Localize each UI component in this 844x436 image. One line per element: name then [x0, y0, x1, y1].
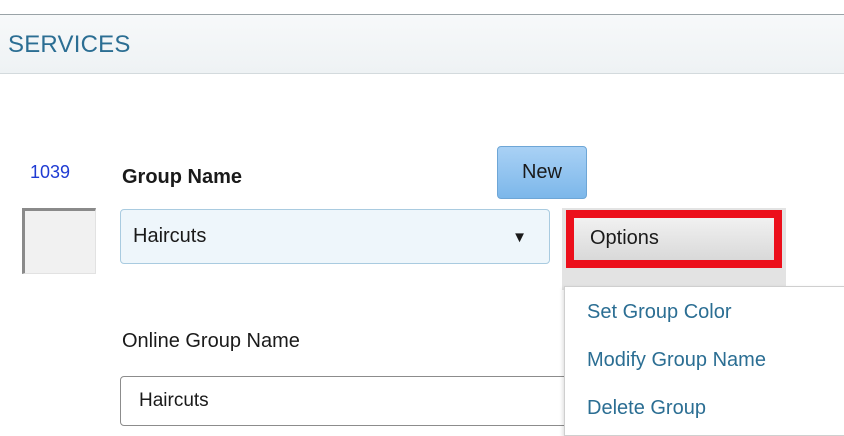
options-button-label: Options — [590, 227, 659, 249]
options-dropdown-menu: Set Group Color Modify Group Name Delete… — [564, 286, 844, 436]
page-title: SERVICES — [8, 31, 131, 58]
group-color-swatch[interactable] — [22, 208, 96, 274]
menu-item-modify-group-name[interactable]: Modify Group Name — [587, 349, 766, 372]
menu-item-delete-group[interactable]: Delete Group — [587, 397, 706, 420]
group-name-select[interactable]: Haircuts ▼ — [120, 209, 550, 264]
group-name-label: Group Name — [122, 166, 243, 188]
online-group-name-value: Haircuts — [139, 390, 209, 411]
chevron-down-icon: ▼ — [512, 229, 527, 246]
options-button[interactable]: Options — [566, 210, 782, 268]
group-id: 1039 — [30, 162, 71, 182]
menu-item-set-group-color[interactable]: Set Group Color — [587, 301, 732, 324]
group-select-value: Haircuts — [133, 225, 207, 247]
new-group-button[interactable]: New — [497, 146, 587, 199]
online-group-name-label: Online Group Name — [122, 330, 300, 352]
page-header: SERVICES — [0, 14, 844, 74]
online-group-name-input[interactable]: Haircuts — [120, 376, 600, 426]
